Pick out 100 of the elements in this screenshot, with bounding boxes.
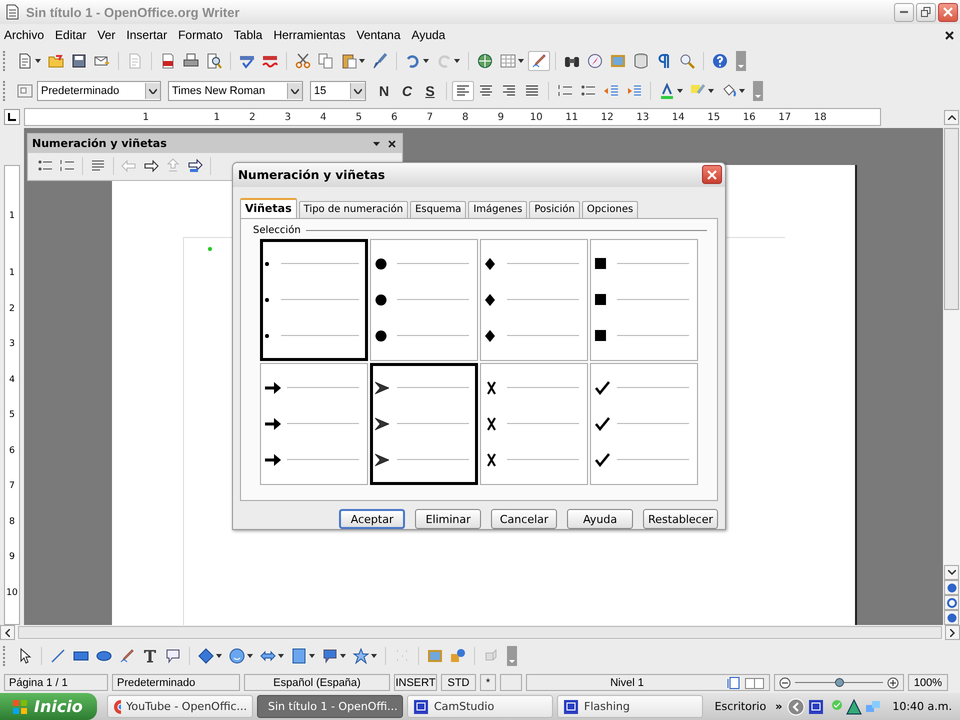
bullet-style-option[interactable] — [260, 238, 368, 361]
close-button[interactable] — [938, 2, 958, 22]
scroll-up-button[interactable] — [944, 110, 959, 124]
dropdown-arrow-icon[interactable] — [35, 59, 41, 63]
bold-button[interactable]: N — [373, 83, 395, 99]
taskbar-button[interactable]: YouTube - OpenOffic... — [107, 695, 253, 718]
book-view-icon[interactable] — [745, 676, 765, 688]
numbered-list-icon[interactable] — [557, 83, 573, 99]
scissors-icon[interactable] — [295, 53, 311, 69]
line-icon[interactable] — [50, 648, 66, 664]
scroll-thumb[interactable] — [944, 128, 959, 310]
toolbar-overflow-icon[interactable] — [507, 646, 517, 666]
undo-icon[interactable] — [405, 53, 421, 69]
freeform-icon[interactable] — [119, 648, 135, 664]
horizontal-scrollbar[interactable] — [0, 625, 960, 640]
dropdown-arrow-icon[interactable] — [216, 654, 222, 658]
compass-icon[interactable] — [587, 53, 603, 69]
folder-icon[interactable] — [48, 53, 64, 69]
tab[interactable]: Opciones — [582, 200, 638, 218]
speech-bubble-icon[interactable] — [322, 648, 338, 664]
close-icon[interactable] — [945, 30, 954, 40]
dropdown-arrow-icon[interactable] — [359, 59, 365, 63]
menu-item[interactable]: Ventana — [356, 28, 401, 42]
smiley-icon[interactable] — [229, 648, 245, 664]
shapes-icon[interactable] — [450, 648, 466, 664]
style-combo[interactable]: Predeterminado — [37, 81, 161, 101]
scroll-down-button[interactable] — [944, 565, 959, 580]
dropdown-arrow-icon[interactable] — [278, 654, 284, 658]
next-page-button[interactable] — [944, 610, 959, 625]
triangle-icon[interactable] — [846, 698, 862, 714]
toolbar-overflow-icon[interactable] — [736, 51, 746, 71]
numbered-list-icon[interactable] — [59, 158, 75, 174]
zoom-out-icon[interactable] — [779, 676, 791, 688]
taskbar-button[interactable]: Flashing — [557, 695, 703, 718]
globe-icon[interactable] — [477, 53, 493, 69]
ellipse-icon[interactable] — [96, 648, 112, 664]
dropdown-arrow-icon[interactable] — [373, 142, 380, 146]
taskbar-button[interactable]: Sin título 1 - OpenOffi... — [257, 695, 403, 718]
menu-item[interactable]: Formato — [178, 28, 223, 42]
diamond-icon[interactable] — [198, 648, 214, 664]
desktop-toolbar-label[interactable]: Escritorio — [714, 700, 766, 713]
paste-icon[interactable] — [341, 53, 357, 69]
window-icon[interactable] — [808, 698, 824, 714]
scroll-thumb[interactable] — [18, 626, 942, 639]
save-icon[interactable] — [71, 53, 87, 69]
spellcheck-icon[interactable] — [239, 53, 255, 69]
tab[interactable]: Tipo de numeración — [298, 200, 408, 218]
underline-button[interactable]: S — [419, 83, 441, 99]
scroll-left-button[interactable] — [0, 625, 15, 640]
text-tool-icon[interactable] — [142, 648, 158, 664]
double-arrow-icon[interactable] — [260, 648, 276, 664]
toolbar-overflow-icon[interactable] — [753, 81, 763, 101]
right-arrow-icon[interactable] — [143, 158, 159, 174]
zoom-in-icon[interactable] — [887, 676, 899, 688]
dialog-button[interactable]: Cancelar — [491, 509, 558, 529]
brush-icon[interactable] — [372, 53, 388, 69]
menu-item[interactable]: Herramientas — [273, 28, 346, 42]
menu-item[interactable]: Editar — [55, 28, 86, 42]
italic-button[interactable]: C — [396, 83, 418, 99]
font-size-combo[interactable]: 15 — [310, 81, 366, 101]
printer-icon[interactable] — [183, 53, 199, 69]
navigation-button[interactable] — [944, 595, 959, 610]
minimize-button[interactable] — [894, 2, 914, 22]
styles-icon[interactable] — [17, 83, 33, 99]
bullet-style-option[interactable] — [370, 238, 478, 361]
tab[interactable]: Posición — [529, 200, 580, 218]
more-button[interactable]: » — [775, 700, 782, 713]
font-color-icon[interactable] — [659, 83, 675, 99]
dropdown-arrow-icon[interactable] — [247, 654, 253, 658]
pdf-icon[interactable] — [160, 53, 176, 69]
bullet-style-option[interactable] — [370, 362, 478, 485]
dropdown-arrow-icon[interactable] — [309, 654, 315, 658]
tab[interactable]: Esquema — [410, 200, 466, 218]
background-color-icon[interactable] — [721, 83, 737, 99]
pilcrow-icon[interactable] — [656, 53, 672, 69]
menu-item[interactable]: Tabla — [234, 28, 262, 42]
flowchart-icon[interactable] — [291, 648, 307, 664]
copy-icon[interactable] — [318, 53, 334, 69]
taskbar-button[interactable]: CamStudio — [407, 695, 553, 718]
dialog-button[interactable]: Restablecer — [643, 509, 718, 529]
dialog-button[interactable]: Ayuda — [567, 509, 634, 529]
menu-item[interactable]: Ayuda — [412, 28, 446, 42]
tab[interactable]: Imágenes — [468, 200, 528, 218]
scroll-right-button[interactable] — [945, 625, 960, 640]
new-document-icon[interactable] — [17, 53, 33, 69]
tab[interactable]: Viñetas — [240, 198, 297, 218]
dialog-button[interactable]: Eliminar — [415, 509, 482, 529]
dialog-button[interactable]: Aceptar — [339, 509, 406, 529]
dropdown-arrow-icon[interactable] — [518, 59, 524, 63]
tab-stop-icon[interactable] — [4, 109, 20, 125]
font-combo[interactable]: Times New Roman — [168, 81, 303, 101]
dropdown-arrow-icon[interactable] — [739, 89, 745, 93]
page-preview-icon[interactable] — [206, 53, 222, 69]
dropdown-arrow-icon[interactable] — [454, 59, 460, 63]
callout-icon[interactable] — [165, 648, 181, 664]
database-icon[interactable] — [633, 53, 649, 69]
menu-item[interactable]: Ver — [97, 28, 116, 42]
menu-item[interactable]: Archivo — [4, 28, 44, 42]
pencil-icon[interactable] — [531, 53, 547, 69]
previous-page-button[interactable] — [944, 580, 959, 595]
